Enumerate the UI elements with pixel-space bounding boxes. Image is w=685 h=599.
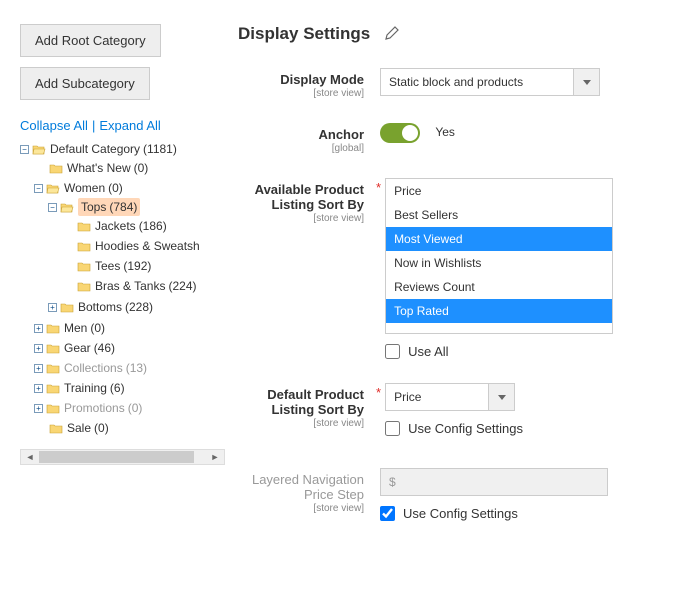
use-all-label: Use All: [408, 344, 448, 359]
toggle-icon[interactable]: [34, 404, 43, 413]
tree-item-default-category[interactable]: Default Category(1181): [50, 140, 177, 158]
use-config-checkbox[interactable]: [385, 421, 400, 436]
anchor-value: Yes: [435, 125, 455, 139]
list-option[interactable]: Price: [386, 179, 612, 203]
tree-horizontal-scrollbar[interactable]: ◄ ►: [20, 449, 225, 465]
default-sort-label: Default Product Listing Sort By: [238, 387, 364, 417]
folder-closed-icon: [46, 323, 60, 334]
toggle-icon[interactable]: [34, 384, 43, 393]
category-tree: Default Category(1181) What's New(0) Wom…: [20, 139, 225, 439]
chevron-down-icon: [488, 384, 514, 410]
list-option[interactable]: Top Rated: [386, 299, 612, 323]
default-sort-select[interactable]: Price: [385, 383, 515, 411]
tree-item-sale[interactable]: Sale(0): [67, 419, 109, 437]
chevron-left-icon[interactable]: ◄: [23, 450, 37, 464]
price-step-input: [380, 468, 608, 496]
tree-item-tops[interactable]: Tops(784): [78, 198, 140, 216]
use-config-label: Use Config Settings: [408, 421, 523, 436]
required-star-icon: *: [376, 180, 381, 195]
display-mode-label: Display Mode: [238, 72, 364, 87]
section-title: Display Settings: [238, 24, 370, 44]
expand-all-link[interactable]: Expand All: [99, 118, 160, 133]
collapse-all-link[interactable]: Collapse All: [20, 118, 88, 133]
folder-closed-icon: [49, 423, 63, 434]
toggle-icon[interactable]: [48, 203, 57, 212]
folder-open-icon: [32, 144, 46, 155]
folder-closed-icon: [46, 363, 60, 374]
add-subcategory-button[interactable]: Add Subcategory: [20, 67, 150, 100]
folder-closed-icon: [46, 403, 60, 414]
tree-item-men[interactable]: Men(0): [64, 319, 105, 337]
tree-item-gear[interactable]: Gear(46): [64, 339, 115, 357]
folder-closed-icon: [49, 163, 63, 174]
tree-item-hoodies[interactable]: Hoodies & Sweatsh: [95, 237, 200, 255]
use-config-label: Use Config Settings: [403, 506, 518, 521]
tree-item-training[interactable]: Training(6): [64, 379, 125, 397]
tree-item-whats-new[interactable]: What's New(0): [67, 159, 148, 177]
add-root-category-button[interactable]: Add Root Category: [20, 24, 161, 57]
chevron-down-icon: [573, 69, 599, 95]
folder-open-icon: [60, 202, 74, 213]
tree-item-tees[interactable]: Tees(192): [95, 257, 151, 275]
chevron-right-icon[interactable]: ►: [208, 450, 222, 464]
display-mode-select[interactable]: Static block and products: [380, 68, 600, 96]
tree-item-women[interactable]: Women(0): [64, 179, 123, 197]
tree-item-bras-tanks[interactable]: Bras & Tanks(224): [95, 277, 197, 295]
price-step-label: Layered Navigation Price Step: [238, 472, 364, 502]
folder-closed-icon: [77, 281, 91, 292]
folder-closed-icon: [77, 241, 91, 252]
list-option[interactable]: Most Viewed: [386, 227, 612, 251]
pencil-icon[interactable]: [384, 26, 400, 42]
toggle-icon[interactable]: [34, 324, 43, 333]
toggle-icon[interactable]: [34, 184, 43, 193]
required-star-icon: *: [376, 385, 381, 400]
folder-open-icon: [46, 183, 60, 194]
tree-item-promotions[interactable]: Promotions(0): [64, 399, 142, 417]
list-option[interactable]: Best Sellers: [386, 203, 612, 227]
folder-closed-icon: [46, 383, 60, 394]
anchor-toggle[interactable]: [380, 123, 420, 143]
toggle-icon[interactable]: [20, 145, 29, 154]
use-config-checkbox[interactable]: [380, 506, 395, 521]
tree-item-collections[interactable]: Collections(13): [64, 359, 147, 377]
tree-item-bottoms[interactable]: Bottoms(228): [78, 298, 153, 316]
toggle-icon[interactable]: [34, 364, 43, 373]
folder-closed-icon: [77, 221, 91, 232]
available-sort-by-listbox[interactable]: Price Best Sellers Most Viewed Now in Wi…: [385, 178, 613, 334]
folder-closed-icon: [60, 302, 74, 313]
use-all-checkbox[interactable]: [385, 344, 400, 359]
list-option[interactable]: Reviews Count: [386, 275, 612, 299]
tree-item-jackets[interactable]: Jackets(186): [95, 217, 167, 235]
anchor-label: Anchor: [238, 127, 364, 142]
scrollbar-thumb[interactable]: [39, 451, 194, 463]
available-sort-by-label: Available Product Listing Sort By: [238, 182, 364, 212]
toggle-icon[interactable]: [48, 303, 57, 312]
list-option[interactable]: Now in Wishlists: [386, 251, 612, 275]
toggle-icon[interactable]: [34, 344, 43, 353]
folder-closed-icon: [77, 261, 91, 272]
folder-closed-icon: [46, 343, 60, 354]
